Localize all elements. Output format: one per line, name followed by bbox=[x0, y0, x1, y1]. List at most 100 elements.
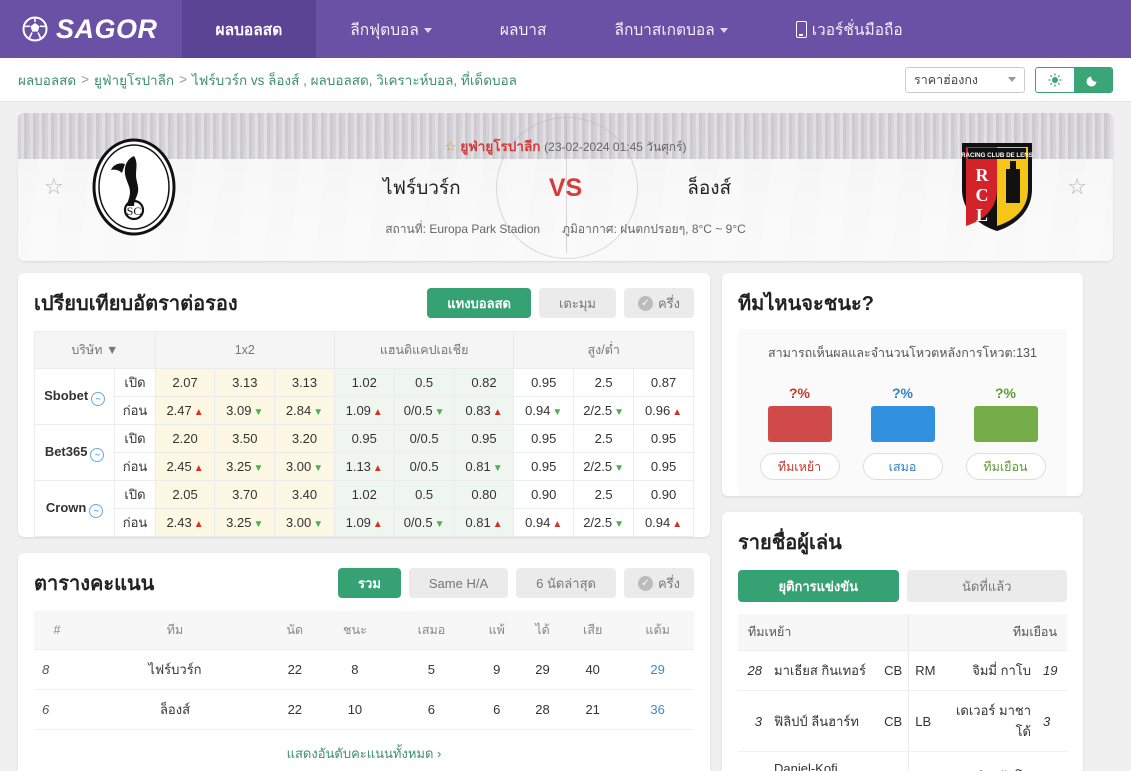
tab-half-time[interactable]: ✓ ครึ่ง bbox=[623, 288, 694, 318]
odds-prev-value[interactable]: 3.25 ▼ bbox=[214, 508, 276, 537]
odds-open-value[interactable]: 3.20 bbox=[274, 424, 335, 453]
table-row[interactable]: 8 ไฟร์บวร์ก 22 8 5 9 29 40 29 bbox=[34, 649, 694, 690]
odds-open-value[interactable]: 1.02 bbox=[333, 368, 395, 397]
show-all-standings-link[interactable]: แสดงอันดับคะแนนทั้งหมด › bbox=[18, 730, 710, 771]
league-name[interactable]: ยูฟ่ายูโรปาลีก bbox=[460, 139, 540, 154]
list-item[interactable]: 11Daniel-Kofi KyerehAMCBเควิน ดันโซ4 bbox=[738, 751, 1067, 771]
odds-prev-value[interactable]: 0.83 ▲ bbox=[453, 396, 515, 425]
odds-col-company[interactable]: บริษัท ▼ bbox=[34, 331, 156, 369]
odds-open-value[interactable]: 0.87 bbox=[633, 368, 694, 397]
odds-open-value[interactable]: 0.5 bbox=[393, 480, 455, 509]
vote-button-away[interactable]: ทีมเยือน bbox=[965, 453, 1046, 480]
odds-open-value[interactable]: 2.20 bbox=[154, 424, 216, 453]
odds-prev-value[interactable]: 2.45 ▲ bbox=[154, 452, 216, 481]
odds-open-value[interactable]: 0.82 bbox=[453, 368, 515, 397]
vote-button-draw[interactable]: เสมอ bbox=[862, 453, 943, 480]
odds-prev-value[interactable]: 0/0.5 ▼ bbox=[393, 508, 455, 537]
odds-prev-value[interactable]: 1.13 ▲ bbox=[333, 452, 395, 481]
breadcrumb-item-home[interactable]: ผลบอลสด bbox=[18, 69, 76, 91]
tab-same-ha[interactable]: Same H/A bbox=[408, 568, 509, 598]
away-player-name[interactable]: เดเวอร์ มาชาโด้ bbox=[946, 690, 1037, 752]
odds-prev-value[interactable]: 0.94 ▲ bbox=[513, 508, 575, 537]
bookmaker-name[interactable]: Crown ~ bbox=[33, 480, 116, 537]
tab-live-betting[interactable]: แทงบอลสด bbox=[427, 288, 531, 318]
odds-open-value[interactable]: 2.5 bbox=[573, 480, 635, 509]
odds-prev-value[interactable]: 3.00 ▼ bbox=[274, 452, 335, 481]
nav-item-live-scores[interactable]: ผลบอลสด bbox=[181, 0, 317, 58]
bookmaker-name[interactable]: Bet365 ~ bbox=[33, 424, 116, 481]
standings-team[interactable]: ล็องส์ bbox=[80, 689, 270, 730]
odds-open-value[interactable]: 0.95 bbox=[453, 424, 515, 453]
odds-open-value[interactable]: 0.90 bbox=[513, 480, 575, 509]
list-item[interactable]: 28 มาเธียส กินเทอร์ CB RM จิมมี่ กาโบ 19 bbox=[738, 650, 1067, 691]
odds-open-value[interactable]: 0.90 bbox=[633, 480, 694, 509]
odds-open-value[interactable]: 3.70 bbox=[214, 480, 276, 509]
odds-open-value[interactable]: 0.95 bbox=[333, 424, 395, 453]
odds-prev-value[interactable]: 3.25 ▼ bbox=[214, 452, 276, 481]
odds-prev-value[interactable]: 0.95 bbox=[633, 452, 694, 481]
nav-item-mobile-version[interactable]: เวอร์ชั่นมือถือ bbox=[762, 0, 937, 58]
standings-team[interactable]: ไฟร์บวร์ก bbox=[80, 649, 270, 690]
away-player-name[interactable]: จิมมี่ กาโบ bbox=[946, 650, 1037, 691]
odds-prev-value[interactable]: 1.09 ▲ bbox=[333, 508, 395, 537]
favorite-away-star-icon[interactable]: ☆ bbox=[1067, 174, 1087, 200]
odds-open-value[interactable]: 3.50 bbox=[214, 424, 276, 453]
home-player-name[interactable]: มาเธียส กินเทอร์ bbox=[768, 650, 875, 691]
odds-prev-value[interactable]: 2/2.5 ▼ bbox=[573, 452, 635, 481]
odds-prev-value[interactable]: 3.09 ▼ bbox=[214, 396, 276, 425]
home-player-name[interactable]: ฟิลิปป์ ลีนฮาร์ท bbox=[768, 690, 875, 752]
odds-format-select[interactable]: ราคาฮ่องกง bbox=[905, 66, 1025, 93]
moon-icon[interactable] bbox=[1074, 67, 1112, 92]
odds-prev-value[interactable]: 2/2.5 ▼ bbox=[573, 396, 635, 425]
tab-total[interactable]: รวม bbox=[338, 568, 401, 598]
tab-match-finished[interactable]: ยุติการแข่งขัน bbox=[738, 570, 899, 602]
vote-button-home[interactable]: ทีมเหย้า bbox=[759, 453, 840, 480]
star-outline-icon[interactable]: ☆ bbox=[444, 139, 456, 154]
away-player-name[interactable]: เควิน ดันโซ bbox=[946, 751, 1037, 771]
theme-toggle[interactable] bbox=[1035, 66, 1113, 93]
tab-corners[interactable]: เตะมุม bbox=[538, 288, 616, 318]
list-item[interactable]: 3 ฟิลิปป์ ลีนฮาร์ท CB LB เดเวอร์ มาชาโด้ 3 bbox=[738, 690, 1067, 752]
bookmaker-name[interactable]: Sbobet ~ bbox=[33, 368, 116, 425]
nav-item-football-leagues[interactable]: ลีกฟุตบอล bbox=[316, 0, 466, 58]
odds-prev-value[interactable]: 1.09 ▲ bbox=[333, 396, 395, 425]
table-row[interactable]: 6 ล็องส์ 22 10 6 6 28 21 36 bbox=[34, 689, 694, 730]
nav-item-basketball-scores[interactable]: ผลบาส bbox=[466, 0, 581, 58]
tab-half[interactable]: ✓ ครึ่ง bbox=[623, 568, 694, 598]
odds-open-value[interactable]: 0.80 bbox=[453, 480, 515, 509]
odds-prev-value[interactable]: 2/2.5 ▼ bbox=[573, 508, 635, 537]
brand-logo[interactable]: SAGOR bbox=[0, 0, 182, 58]
odds-open-value[interactable]: 2.5 bbox=[573, 424, 635, 453]
odds-prev-value[interactable]: 0.94 ▼ bbox=[513, 396, 575, 425]
odds-prev-value[interactable]: 3.00 ▼ bbox=[274, 508, 335, 537]
odds-open-value[interactable]: 1.02 bbox=[333, 480, 395, 509]
odds-prev-value[interactable]: 2.47 ▲ bbox=[154, 396, 216, 425]
odds-prev-value[interactable]: 2.84 ▼ bbox=[274, 396, 335, 425]
odds-open-value[interactable]: 2.05 bbox=[154, 480, 216, 509]
odds-prev-value[interactable]: 0.81 ▲ bbox=[453, 508, 515, 537]
odds-prev-value[interactable]: 0.81 ▼ bbox=[453, 452, 515, 481]
breadcrumb-item-league[interactable]: ยูฟ่ายูโรปาลีก bbox=[94, 69, 174, 91]
odds-open-value[interactable]: 3.40 bbox=[274, 480, 335, 509]
sun-icon[interactable] bbox=[1036, 67, 1074, 92]
home-player-name[interactable]: Daniel-Kofi Kyereh bbox=[768, 751, 875, 771]
odds-prev-value[interactable]: 0.94 ▲ bbox=[633, 508, 694, 537]
favorite-home-star-icon[interactable]: ☆ bbox=[44, 174, 64, 200]
odds-open-value[interactable]: 0.95 bbox=[513, 368, 575, 397]
odds-open-value[interactable]: 2.07 bbox=[154, 368, 216, 397]
odds-prev-value[interactable]: 2.43 ▲ bbox=[154, 508, 216, 537]
odds-open-value[interactable]: 3.13 bbox=[214, 368, 276, 397]
odds-prev-value[interactable]: 0/0.5 bbox=[393, 452, 455, 481]
odds-open-value[interactable]: 2.5 bbox=[573, 368, 635, 397]
odds-prev-value[interactable]: 0/0.5 ▼ bbox=[393, 396, 455, 425]
odds-open-value[interactable]: 3.13 bbox=[274, 368, 335, 397]
odds-open-value[interactable]: 0/0.5 bbox=[393, 424, 455, 453]
tab-previous-match[interactable]: นัดที่แล้ว bbox=[906, 570, 1067, 602]
odds-open-value[interactable]: 0.95 bbox=[633, 424, 694, 453]
nav-item-basketball-leagues[interactable]: ลีกบาสเกตบอล bbox=[580, 0, 761, 58]
odds-open-value[interactable]: 0.95 bbox=[513, 424, 575, 453]
tab-last-6[interactable]: 6 นัดล่าสุด bbox=[516, 568, 616, 598]
odds-open-value[interactable]: 0.5 bbox=[393, 368, 455, 397]
odds-prev-value[interactable]: 0.96 ▲ bbox=[633, 396, 694, 425]
odds-prev-value[interactable]: 0.95 bbox=[513, 452, 575, 481]
